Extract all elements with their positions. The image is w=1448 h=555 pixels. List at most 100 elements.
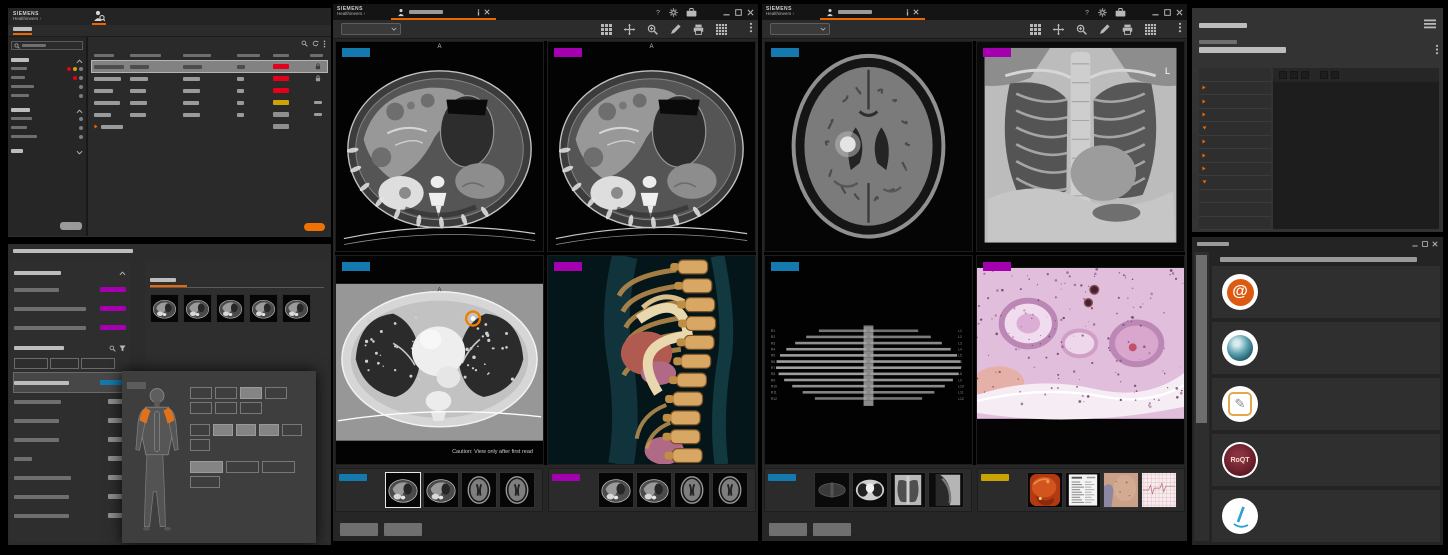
toolbar-button[interactable]	[1301, 71, 1309, 79]
toolbox-icon[interactable]	[1115, 8, 1126, 17]
sidebar-item[interactable]	[11, 82, 83, 91]
series-list-item[interactable]	[14, 392, 126, 411]
table-row[interactable]	[92, 97, 327, 108]
settings-icon[interactable]	[1098, 8, 1107, 17]
body-region-button[interactable]	[190, 439, 210, 451]
image-thumbnail-cxr_lat[interactable]	[928, 472, 964, 508]
body-region-button[interactable]	[259, 424, 279, 436]
body-region-button[interactable]	[190, 402, 212, 414]
scrollbar-track[interactable]	[1194, 252, 1209, 541]
help-icon[interactable]: ?	[1084, 8, 1090, 16]
layout-select[interactable]	[770, 23, 830, 35]
image-thumbnail-ct[interactable]	[636, 472, 672, 508]
scrollbar-thumb[interactable]	[1196, 255, 1207, 423]
chevron-up-icon[interactable]	[76, 109, 83, 114]
sidebar-action-button[interactable]	[60, 222, 82, 230]
image-thumbnail-brain[interactable]	[712, 472, 748, 508]
arrow-right-icon[interactable]	[1202, 99, 1206, 104]
more-icon[interactable]	[749, 22, 753, 33]
viewport-ct_abdomen[interactable]: A	[335, 41, 544, 252]
settings-icon[interactable]	[669, 8, 678, 17]
filter-box[interactable]	[81, 358, 115, 369]
table-expand-row[interactable]	[92, 121, 327, 132]
print-icon[interactable]	[693, 24, 704, 35]
more-icon[interactable]	[323, 40, 326, 48]
report-nav-item[interactable]	[1199, 203, 1271, 217]
close-icon[interactable]	[1176, 9, 1183, 16]
layout-grid-icon[interactable]	[601, 24, 612, 35]
refresh-icon[interactable]	[312, 40, 319, 47]
arrow-right-icon[interactable]	[1202, 139, 1206, 144]
series-thumbnail[interactable]	[282, 294, 311, 322]
arrow-right-icon[interactable]	[1202, 85, 1206, 90]
report-nav-item[interactable]	[1199, 122, 1271, 136]
status-button[interactable]	[384, 523, 422, 536]
layout-select[interactable]	[341, 23, 401, 35]
sidebar-item[interactable]	[11, 64, 83, 73]
toolbar-button[interactable]	[1290, 71, 1298, 79]
report-nav-item[interactable]	[1199, 136, 1271, 150]
print-icon[interactable]	[1122, 24, 1133, 35]
tab-active[interactable]	[13, 27, 32, 35]
series-thumbnail[interactable]	[150, 294, 179, 322]
zoom-icon[interactable]	[647, 24, 658, 35]
zoom-icon[interactable]	[1076, 24, 1087, 35]
status-button[interactable]	[340, 523, 378, 536]
close-icon[interactable]	[913, 9, 919, 15]
patient-tab[interactable]	[820, 4, 925, 20]
series-list-item[interactable]	[14, 430, 126, 449]
table-row[interactable]	[92, 73, 327, 84]
pan-icon[interactable]	[1053, 24, 1064, 35]
filter-box[interactable]	[14, 358, 48, 369]
sidebar-section-header[interactable]	[11, 147, 83, 155]
layout-grid-icon[interactable]	[1030, 24, 1041, 35]
toolbox-icon[interactable]	[686, 8, 697, 17]
status-button[interactable]	[769, 523, 807, 536]
report-nav-item[interactable]	[1199, 82, 1271, 96]
series-list-item[interactable]	[14, 487, 126, 506]
app-card[interactable]: ✎	[1212, 378, 1440, 430]
arrow-right-icon[interactable]	[1202, 166, 1206, 171]
mpr-grid-icon[interactable]	[1145, 24, 1156, 35]
image-thumbnail-doc[interactable]	[1065, 472, 1101, 508]
body-region-button[interactable]	[215, 402, 237, 414]
close-icon[interactable]	[747, 9, 754, 16]
toolbar-button[interactable]	[1279, 71, 1287, 79]
sidebar-section-header[interactable]	[11, 56, 83, 64]
chevron-down-icon[interactable]	[76, 150, 83, 155]
report-nav-item[interactable]	[1199, 149, 1271, 163]
body-region-button[interactable]	[190, 476, 220, 488]
body-region-button[interactable]	[240, 402, 262, 414]
close-icon[interactable]	[1432, 241, 1438, 247]
image-thumbnail-ct[interactable]	[598, 472, 634, 508]
series-thumbnail[interactable]	[249, 294, 278, 322]
chevron-up-icon[interactable]	[119, 271, 126, 276]
series-list-item[interactable]	[14, 449, 126, 468]
body-region-button[interactable]	[190, 387, 212, 399]
info-icon[interactable]	[906, 9, 909, 16]
annotate-icon[interactable]	[1099, 24, 1110, 35]
close-icon[interactable]	[484, 9, 490, 15]
sidebar-item[interactable]	[11, 91, 83, 100]
table-row[interactable]	[92, 61, 327, 72]
body-region-button[interactable]	[240, 387, 262, 399]
image-thumbnail-brain[interactable]	[461, 472, 497, 508]
arrow-down-icon[interactable]	[1202, 126, 1207, 130]
sidebar-item[interactable]	[11, 73, 83, 82]
maximize-icon[interactable]	[1164, 9, 1171, 16]
body-region-button[interactable]	[226, 461, 259, 473]
panel-section-header[interactable]	[14, 266, 126, 280]
list-item[interactable]	[14, 280, 126, 299]
body-region-button[interactable]	[190, 461, 223, 473]
pan-icon[interactable]	[624, 24, 635, 35]
list-item[interactable]	[14, 299, 126, 318]
app-card[interactable]: RoQT	[1212, 434, 1440, 486]
report-nav-item[interactable]	[1199, 95, 1271, 109]
viewport-ct_abdomen[interactable]: A	[547, 41, 756, 252]
report-editor[interactable]	[1273, 68, 1439, 229]
sidebar-item[interactable]	[11, 132, 83, 141]
body-region-button[interactable]	[213, 424, 233, 436]
sidebar-item[interactable]	[11, 114, 83, 123]
minimize-icon[interactable]	[1152, 9, 1159, 16]
hamburger-icon[interactable]	[1424, 19, 1436, 29]
